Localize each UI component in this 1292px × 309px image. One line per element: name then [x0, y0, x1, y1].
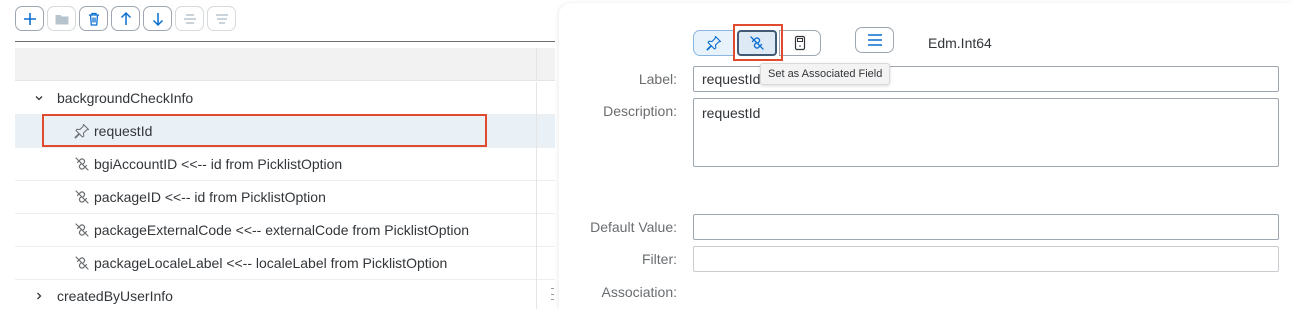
unlink-icon	[74, 255, 90, 271]
add-folder-button[interactable]	[47, 6, 76, 31]
pin-icon	[706, 35, 722, 51]
tree-item-packageexternalcode[interactable]: packageExternalCode <<-- externalCode fr…	[15, 214, 555, 247]
default-value-caption: Default Value:	[590, 219, 677, 235]
filter-caption: Filter:	[642, 251, 677, 267]
align-center-button[interactable]	[175, 6, 204, 31]
delete-icon	[88, 12, 99, 26]
toolbar-divider	[15, 41, 555, 42]
unlink-icon	[74, 156, 90, 172]
delete-button[interactable]	[79, 6, 108, 31]
tree-item-requestid[interactable]: requestId	[15, 115, 555, 148]
chevron-down-icon[interactable]	[33, 92, 45, 104]
menu-icon	[867, 34, 882, 46]
field-tree-panel: backgroundCheckInfo requestId bgiAccount…	[0, 0, 556, 309]
description-field[interactable]: requestId	[693, 98, 1279, 167]
filter-field[interactable]	[693, 246, 1279, 272]
add-button[interactable]	[15, 6, 44, 31]
tree-row-label: packageID <<-- id from PicklistOption	[94, 189, 326, 205]
tree-row-label: bgiAccountID <<-- id from PicklistOption	[94, 156, 343, 172]
add-icon	[23, 12, 36, 25]
set-key-field-button[interactable]	[693, 30, 735, 56]
arrow-up-icon	[120, 11, 131, 25]
move-down-button[interactable]	[143, 6, 172, 31]
calculator-icon	[794, 35, 806, 51]
unlink-icon	[74, 189, 90, 205]
align-justify-button[interactable]	[207, 6, 236, 31]
tree-item-packagelocalelabel[interactable]: packageLocaleLabel <<-- localeLabel from…	[15, 247, 555, 280]
arrow-down-icon	[152, 12, 163, 26]
tree-row-label: createdByUserInfo	[57, 288, 173, 304]
tree-group-backgroundcheckinfo[interactable]: backgroundCheckInfo	[15, 82, 555, 115]
field-tree: backgroundCheckInfo requestId bgiAccount…	[15, 82, 555, 309]
tree-item-bgiaccountid[interactable]: bgiAccountID <<-- id from PicklistOption	[15, 148, 555, 181]
tree-header	[15, 48, 555, 81]
resize-handle[interactable]	[551, 288, 555, 300]
unlink-icon	[750, 36, 764, 50]
folder-icon	[55, 14, 68, 24]
field-type-label: Edm.Int64	[928, 35, 992, 51]
set-calculated-field-button[interactable]	[779, 30, 821, 56]
set-associated-field-button[interactable]	[737, 30, 777, 56]
unlink-icon	[74, 222, 90, 238]
tree-row-label: requestId	[94, 123, 153, 139]
tree-row-label: backgroundCheckInfo	[57, 90, 194, 106]
tooltip: Set as Associated Field	[760, 63, 891, 85]
align-center-icon	[183, 13, 196, 24]
tree-row-label: packageLocaleLabel <<-- localeLabel from…	[94, 255, 448, 271]
default-value-field[interactable]	[693, 214, 1279, 240]
menu-button[interactable]	[855, 27, 894, 53]
description-caption: Description:	[603, 103, 677, 119]
field-details-panel: Edm.Int64 Label: Description: requestId …	[559, 3, 1292, 309]
label-caption: Label:	[638, 71, 677, 87]
tree-group-createdbyuserinfo[interactable]: createdByUserInfo	[15, 280, 555, 309]
align-justify-icon	[215, 13, 228, 24]
move-up-button[interactable]	[111, 6, 140, 31]
tree-item-packageid[interactable]: packageID <<-- id from PicklistOption	[15, 181, 555, 214]
field-type-segmented-button	[693, 30, 821, 56]
association-caption: Association:	[601, 284, 677, 300]
chevron-right-icon[interactable]	[33, 290, 45, 302]
tree-toolbar	[15, 6, 236, 32]
pin-icon	[74, 123, 90, 139]
tree-row-label: packageExternalCode <<-- externalCode fr…	[94, 222, 470, 238]
